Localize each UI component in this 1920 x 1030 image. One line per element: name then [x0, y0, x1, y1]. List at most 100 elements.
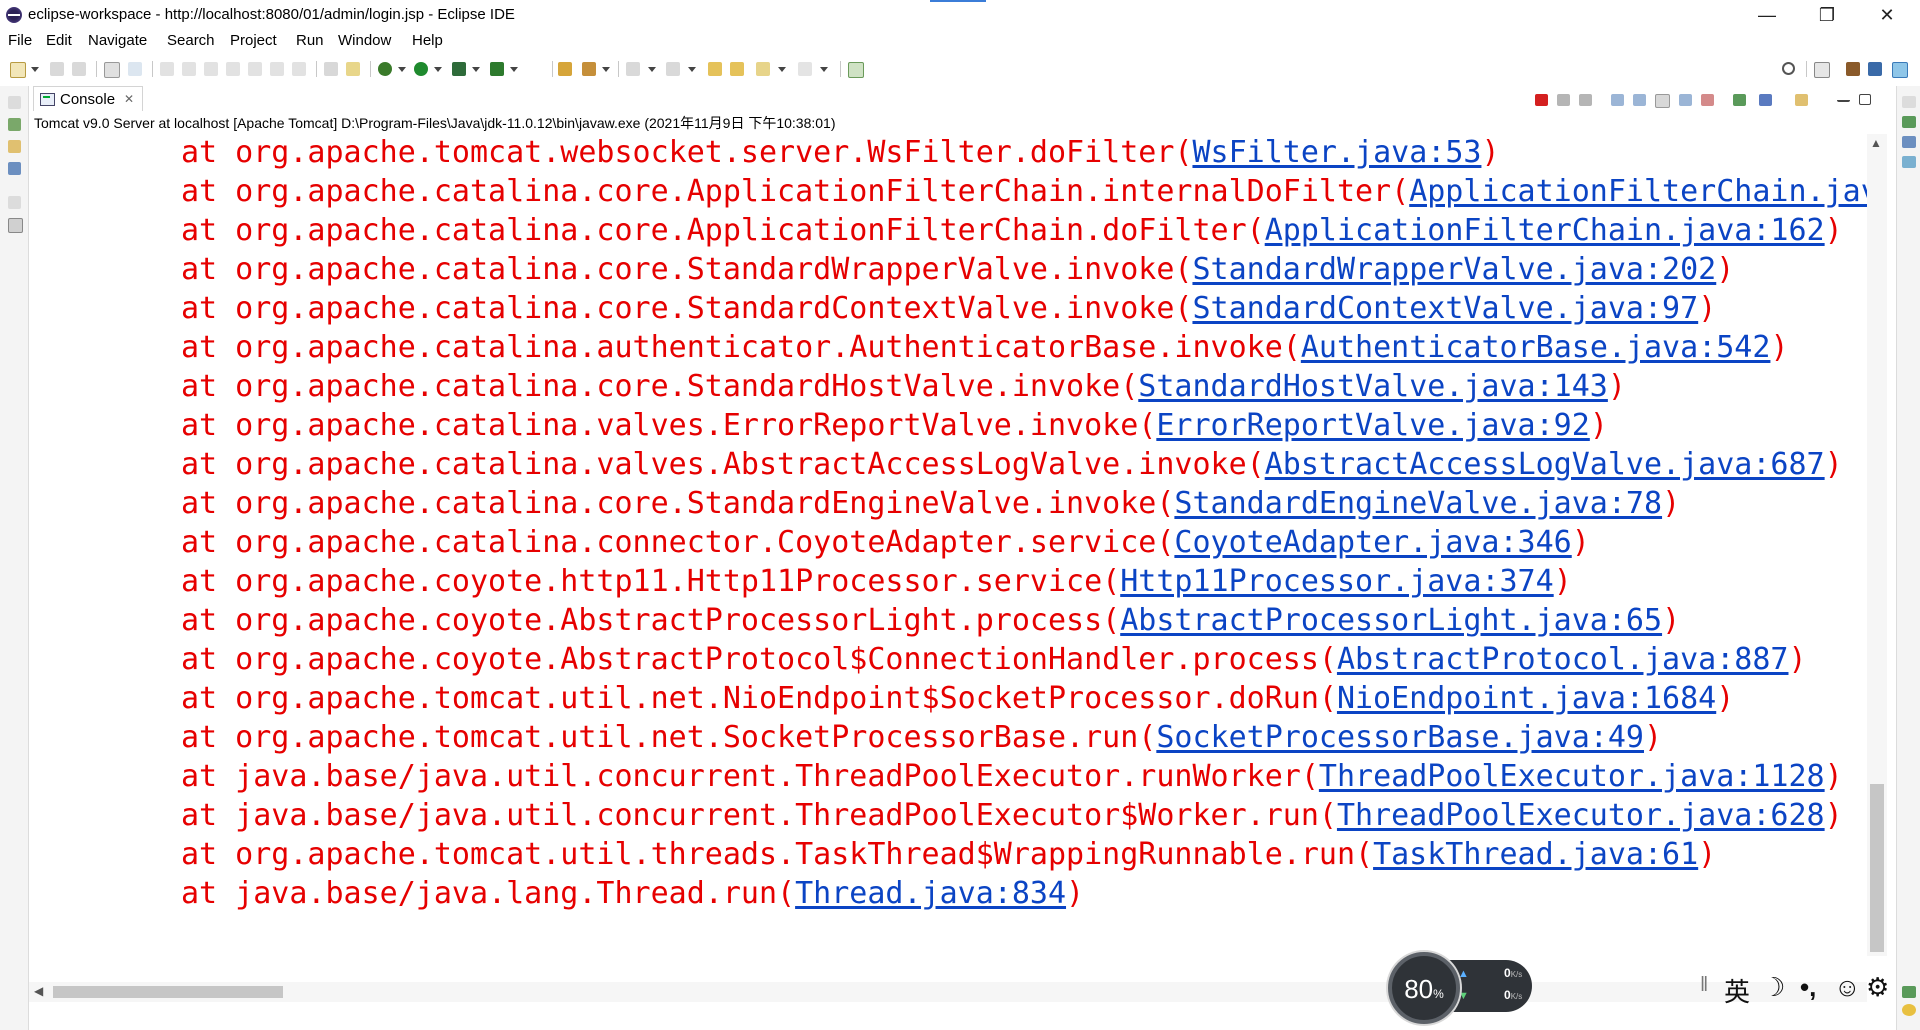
menu-edit[interactable]: Edit	[46, 32, 72, 49]
breakpoints-view-icon[interactable]	[1902, 136, 1916, 148]
scroll-lock-icon[interactable]	[1633, 94, 1646, 106]
remove-all-terminated-icon[interactable]	[1579, 94, 1592, 106]
task-list-icon[interactable]	[8, 218, 23, 233]
pin-editor-icon[interactable]	[848, 62, 864, 78]
suspend-icon[interactable]	[182, 62, 196, 76]
restore-view-icon[interactable]	[8, 196, 21, 209]
save-all-icon[interactable]	[72, 62, 86, 76]
moon-icon[interactable]: ☽	[1762, 972, 1785, 1003]
punctuation-icon[interactable]: •,	[1800, 972, 1816, 1003]
pin-console-icon[interactable]	[1733, 94, 1746, 106]
step-return-icon[interactable]	[292, 62, 306, 76]
tip-lightbulb-icon[interactable]	[1902, 1004, 1916, 1016]
close-window-button[interactable]: ✕	[1860, 0, 1914, 30]
new-icon[interactable]	[10, 62, 26, 78]
terminate-icon[interactable]	[204, 62, 218, 76]
java-perspective-icon[interactable]	[1868, 62, 1882, 76]
expressions-view-icon[interactable]	[1902, 156, 1916, 168]
minimize-button[interactable]: —	[1740, 0, 1794, 30]
menu-help[interactable]: Help	[412, 32, 443, 49]
source-link[interactable]: AbstractProtocol.java:887	[1337, 642, 1789, 677]
source-link[interactable]: StandardWrapperValve.java:202	[1192, 252, 1716, 287]
display-selected-console-icon[interactable]	[1759, 94, 1772, 106]
source-link[interactable]: Http11Processor.java:374	[1120, 564, 1553, 599]
menu-navigate[interactable]: Navigate	[88, 32, 147, 49]
skip-breakpoints-icon[interactable]	[128, 62, 142, 76]
step-over-icon[interactable]	[270, 62, 284, 76]
console-output[interactable]: at org.apache.tomcat.websocket.server.Ws…	[29, 134, 1867, 956]
source-link[interactable]: ThreadPoolExecutor.java:628	[1337, 798, 1825, 833]
open-perspective-icon[interactable]	[1814, 62, 1830, 78]
source-link[interactable]: StandardEngineValve.java:78	[1174, 486, 1662, 521]
source-link[interactable]: ApplicationFilterChain.jav	[1409, 174, 1867, 209]
maximize-view-icon[interactable]	[1859, 94, 1871, 105]
forward-dropdown-icon[interactable]	[820, 67, 828, 72]
use-step-filters-icon[interactable]	[324, 62, 338, 76]
run-icon[interactable]	[414, 62, 428, 76]
previous-annotation-dropdown-icon[interactable]	[688, 67, 696, 72]
step-into-icon[interactable]	[248, 62, 262, 76]
emoji-icon[interactable]: ☺	[1834, 972, 1861, 1003]
source-link[interactable]: SocketProcessorBase.java:49	[1156, 720, 1644, 755]
horizontal-scroll-thumb[interactable]	[53, 986, 283, 998]
source-link[interactable]: CoyoteAdapter.java:346	[1174, 525, 1571, 560]
variables-view-icon[interactable]	[1902, 116, 1916, 128]
ime-mode-button[interactable]: 英	[1724, 972, 1750, 1009]
debug-perspective-icon[interactable]	[1892, 62, 1908, 78]
outline-view-icon[interactable]	[8, 162, 21, 175]
resume-icon[interactable]	[160, 62, 174, 76]
menu-search[interactable]: Search	[167, 32, 215, 49]
source-link[interactable]: ThreadPoolExecutor.java:1128	[1319, 759, 1825, 794]
menu-run[interactable]: Run	[296, 32, 324, 49]
source-link[interactable]: WsFilter.java:53	[1192, 135, 1481, 170]
back-dropdown-icon[interactable]	[778, 67, 786, 72]
back-icon[interactable]	[756, 62, 770, 76]
ime-grip-icon[interactable]: ‖	[1700, 974, 1708, 997]
run-dropdown-icon[interactable]	[434, 67, 442, 72]
restore-view-icon[interactable]	[1902, 96, 1916, 108]
next-annotation-dropdown-icon[interactable]	[648, 67, 656, 72]
source-link[interactable]: AbstractProcessorLight.java:65	[1120, 603, 1662, 638]
task-dropdown-icon[interactable]	[602, 67, 610, 72]
java-ee-perspective-icon[interactable]	[1846, 62, 1860, 76]
scroll-left-icon[interactable]: ◀	[34, 984, 43, 998]
terminal-icon[interactable]	[104, 62, 120, 78]
settings-gear-icon[interactable]: ⚙	[1866, 972, 1889, 1003]
new-dropdown-icon[interactable]	[31, 67, 39, 72]
forward-icon[interactable]	[798, 62, 812, 76]
open-type-icon[interactable]	[558, 62, 572, 76]
status-sync-icon[interactable]	[1902, 986, 1916, 998]
source-link[interactable]: StandardContextValve.java:97	[1192, 291, 1698, 326]
close-icon[interactable]: ✕	[124, 92, 134, 106]
console-tab[interactable]: Console ✕	[33, 86, 144, 111]
restore-view-icon[interactable]	[8, 96, 21, 109]
open-task-icon[interactable]	[582, 62, 596, 76]
source-link[interactable]: AbstractAccessLogValve.java:687	[1265, 447, 1825, 482]
minimize-view-icon[interactable]	[1837, 94, 1850, 102]
horizontal-scrollbar[interactable]: ◀	[29, 982, 1867, 1002]
debug-view-icon[interactable]	[8, 118, 21, 131]
next-annotation-icon[interactable]	[626, 62, 640, 76]
last-edit-location-icon[interactable]	[708, 62, 722, 76]
source-link[interactable]: ApplicationFilterChain.java:162	[1265, 213, 1825, 248]
save-icon[interactable]	[50, 62, 64, 76]
mark-occurrences-icon[interactable]	[346, 62, 360, 76]
disconnect-icon[interactable]	[226, 62, 240, 76]
terminate-icon[interactable]	[1535, 94, 1548, 106]
vertical-scrollbar[interactable]: ▲	[1867, 134, 1887, 956]
source-link[interactable]: ErrorReportValve.java:92	[1156, 408, 1589, 443]
show-on-stdout-icon[interactable]	[1679, 94, 1692, 106]
coverage-dropdown-icon[interactable]	[472, 67, 480, 72]
debug-icon[interactable]	[378, 62, 392, 76]
open-console-icon[interactable]	[1795, 94, 1808, 106]
project-explorer-icon[interactable]	[8, 140, 21, 153]
show-on-stderr-icon[interactable]	[1701, 94, 1714, 106]
menu-window[interactable]: Window	[338, 32, 391, 49]
previous-annotation-icon[interactable]	[666, 62, 680, 76]
vertical-scroll-thumb[interactable]	[1870, 784, 1884, 952]
source-link[interactable]: AuthenticatorBase.java:542	[1301, 330, 1771, 365]
scroll-up-icon[interactable]: ▲	[1870, 136, 1882, 150]
debug-dropdown-icon[interactable]	[398, 67, 406, 72]
word-wrap-icon[interactable]	[1655, 94, 1670, 108]
next-edit-location-icon[interactable]	[730, 62, 744, 76]
